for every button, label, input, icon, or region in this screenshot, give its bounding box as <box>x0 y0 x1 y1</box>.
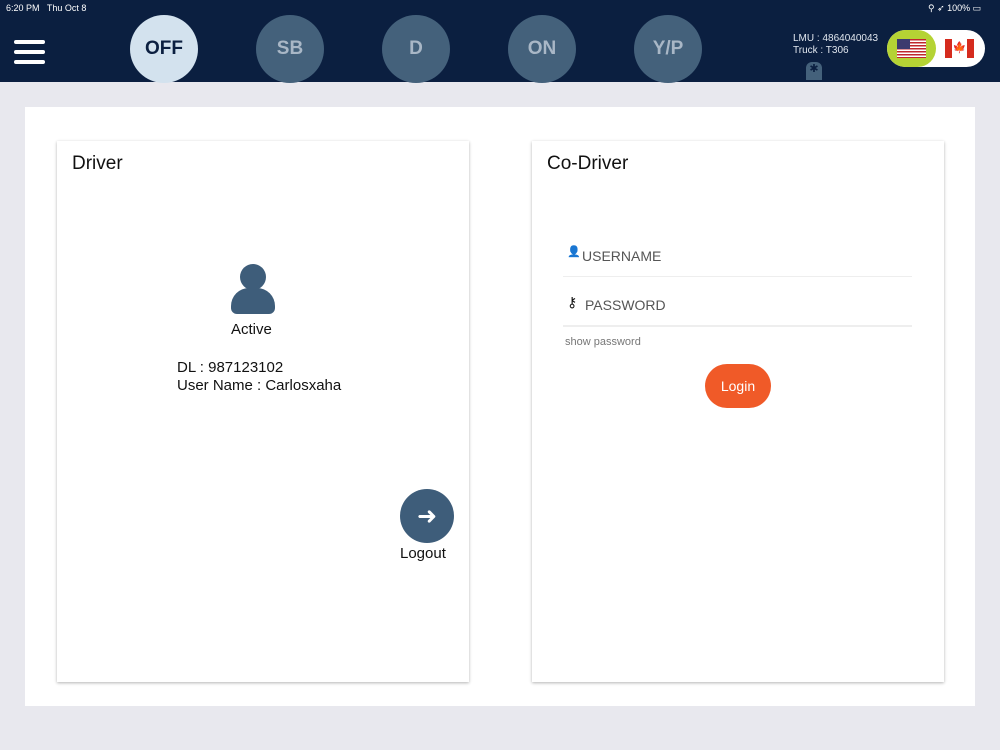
username-input[interactable]: USERNAME <box>582 248 661 264</box>
password-input[interactable]: PASSWORD <box>585 297 666 313</box>
status-time: 6:20 PM Thu Oct 8 <box>6 3 87 13</box>
bluetooth-icon: ✱ <box>806 62 822 80</box>
duty-on-button[interactable]: ON <box>508 15 576 83</box>
driver-dl: DL : 987123102 <box>177 359 284 376</box>
device-info: LMU : 4864040043 Truck : T306 <box>793 33 879 56</box>
top-bar: 6:20 PM Thu Oct 8 ⚲ ➶ 100% ▭ OFF SB D ON… <box>0 0 1000 83</box>
canada-flag-icon[interactable]: 🍁 <box>945 39 974 58</box>
user-icon: 👤 <box>567 246 581 258</box>
user-avatar-icon <box>231 264 275 314</box>
battery-status: ⚲ ➶ 100% ▭ <box>928 3 982 13</box>
duty-yp-button[interactable]: Y/P <box>634 15 702 83</box>
codriver-card: Co-Driver 👤 USERNAME ⚷ PASSWORD show pas… <box>532 141 944 682</box>
codriver-title: Co-Driver <box>547 153 629 174</box>
logout-label[interactable]: Logout <box>400 545 446 562</box>
duty-sb-button[interactable]: SB <box>256 15 324 83</box>
logout-icon: ➜ <box>416 502 438 530</box>
driver-card: Driver Active DL : 987123102 User Name :… <box>57 141 469 682</box>
key-icon: ⚷ <box>567 294 578 310</box>
login-button[interactable]: Login <box>705 364 771 408</box>
language-toggle[interactable]: 🍁 <box>887 30 985 67</box>
driver-title: Driver <box>72 153 123 174</box>
driver-username: User Name : Carlosxaha <box>177 377 342 394</box>
show-password-toggle[interactable]: show password <box>565 336 641 348</box>
hamburger-menu-icon[interactable] <box>14 40 45 70</box>
duty-d-button[interactable]: D <box>382 15 450 83</box>
duty-off-button[interactable]: OFF <box>130 15 198 83</box>
main-panel: Driver Active DL : 987123102 User Name :… <box>25 107 975 706</box>
logout-button[interactable]: ➜ <box>400 489 454 543</box>
us-flag-icon[interactable] <box>897 39 926 58</box>
driver-status: Active <box>231 321 272 338</box>
